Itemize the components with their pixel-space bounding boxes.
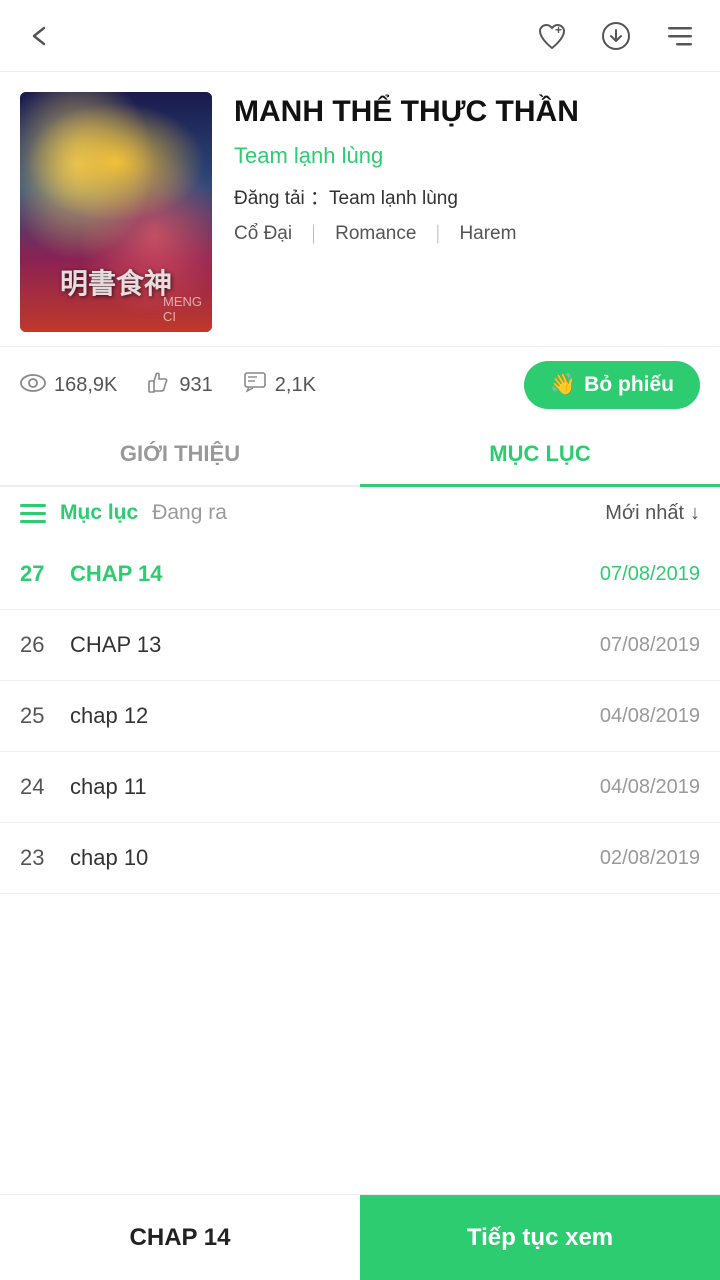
chapter-name: CHAP 13 [70, 632, 600, 658]
vote-button[interactable]: 👋 Bỏ phiếu [524, 361, 700, 409]
likes-icon [147, 371, 171, 400]
chapter-name: CHAP 14 [70, 561, 600, 587]
back-button[interactable] [20, 16, 60, 56]
vote-icon: 👋 [550, 373, 576, 397]
chapter-list-header: Mục lục Đang ra Mới nhất ↓ [0, 487, 720, 539]
chapter-name: chap 11 [70, 774, 600, 800]
svg-text:+: + [555, 23, 562, 37]
views-count: 168,9K [54, 374, 117, 397]
list-status[interactable]: Đang ra [152, 501, 227, 525]
chapter-name: chap 12 [70, 703, 600, 729]
likes-stat: 931 [147, 371, 212, 400]
bottom-current-chapter: CHAP 14 [0, 1195, 360, 1280]
book-cover[interactable]: 明書食神 MENGCI [20, 92, 212, 332]
comments-icon [243, 371, 267, 400]
chapter-number: 24 [20, 774, 70, 800]
chapter-date: 04/08/2019 [600, 705, 700, 728]
book-uploader: Đăng tải ：Team lạnh lùng [234, 183, 700, 210]
chapter-row[interactable]: 25 chap 12 04/08/2019 [0, 681, 720, 752]
chapter-row[interactable]: 24 chap 11 04/08/2019 [0, 752, 720, 823]
views-stat: 168,9K [20, 371, 117, 399]
chapter-row[interactable]: 27 CHAP 14 07/08/2019 [0, 539, 720, 610]
book-title: MANH THỂ THỰC THẦN [234, 92, 700, 131]
continue-reading-button[interactable]: Tiếp tục xem [360, 1195, 720, 1280]
tabs-bar: GIỚI THIỆU MỤC LỤC [0, 423, 720, 487]
more-menu-button[interactable] [660, 16, 700, 56]
book-info-section: 明書食神 MENGCI MANH THỂ THỰC THẦN Team lạnh… [0, 72, 720, 346]
chapter-date: 02/08/2019 [600, 847, 700, 870]
chapter-row[interactable]: 23 chap 10 02/08/2019 [0, 823, 720, 894]
bottom-bar: CHAP 14 Tiếp tục xem [0, 1194, 720, 1280]
sort-icon: ↓ [690, 502, 700, 525]
chapter-list: 27 CHAP 14 07/08/2019 26 CHAP 13 07/08/2… [0, 539, 720, 894]
chapter-date: 07/08/2019 [600, 563, 700, 586]
favorite-button[interactable]: + [532, 16, 572, 56]
chapter-number: 27 [20, 561, 70, 587]
chapter-date: 07/08/2019 [600, 634, 700, 657]
chapter-number: 26 [20, 632, 70, 658]
download-button[interactable] [596, 16, 636, 56]
list-label[interactable]: Mục lục [60, 501, 138, 525]
book-metadata: MANH THỂ THỰC THẦN Team lạnh lùng Đăng t… [234, 92, 700, 247]
book-genres: Cổ Đại ｜ Romance ｜ Harem [234, 220, 700, 247]
tab-intro[interactable]: GIỚI THIỆU [0, 423, 360, 485]
chapter-number: 25 [20, 703, 70, 729]
tab-toc[interactable]: MỤC LỤC [360, 423, 720, 485]
chapter-date: 04/08/2019 [600, 776, 700, 799]
views-icon [20, 371, 46, 399]
stats-row: 168,9K 931 2,1K 👋 Bỏ phiếu [0, 346, 720, 423]
topbar: + [0, 0, 720, 72]
chapter-number: 23 [20, 845, 70, 871]
book-team[interactable]: Team lạnh lùng [234, 143, 700, 169]
likes-count: 931 [179, 374, 212, 397]
comments-count: 2,1K [275, 374, 316, 397]
chapter-name: chap 10 [70, 845, 600, 871]
comments-stat: 2,1K [243, 371, 316, 400]
chapter-row[interactable]: 26 CHAP 13 07/08/2019 [0, 610, 720, 681]
sort-button[interactable]: Mới nhất ↓ [605, 502, 700, 525]
hamburger-icon[interactable] [20, 504, 46, 523]
